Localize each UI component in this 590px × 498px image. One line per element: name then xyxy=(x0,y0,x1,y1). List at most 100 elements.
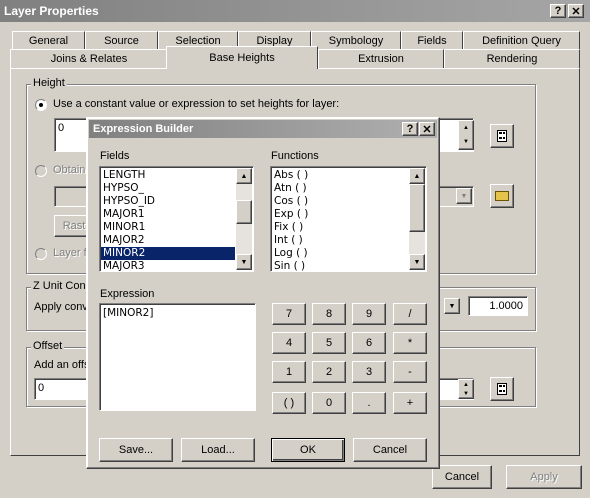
scroll-up-icon[interactable]: ▲ xyxy=(236,168,252,184)
key-0[interactable]: 0 xyxy=(312,392,346,414)
list-item[interactable]: MINOR1 xyxy=(101,221,235,234)
layer-features-radio[interactable] xyxy=(35,248,47,260)
zunit-dropdown-arrow[interactable]: ▼ xyxy=(444,298,460,314)
list-item[interactable]: Abs ( ) xyxy=(272,169,408,182)
key-7[interactable]: 7 xyxy=(272,303,306,325)
fields-label: Fields xyxy=(100,150,130,162)
key-1[interactable]: 1 xyxy=(272,361,306,383)
spin-up-icon[interactable]: ▲ xyxy=(459,380,473,389)
expression-textarea[interactable]: [MINOR2] xyxy=(99,303,256,411)
expression-builder-titlebar[interactable]: Expression Builder xyxy=(89,120,437,138)
scroll-up-icon[interactable]: ▲ xyxy=(409,168,425,184)
apply-button[interactable]: Apply xyxy=(506,465,582,489)
surface-dropdown-arrow[interactable]: ▼ xyxy=(456,188,472,204)
save-button[interactable]: Save... xyxy=(99,438,173,462)
load-label: Load... xyxy=(201,444,235,456)
list-item-selected[interactable]: MINOR2 xyxy=(101,247,235,260)
key-decimal[interactable]: . xyxy=(352,392,386,414)
constant-value-radio[interactable] xyxy=(35,99,47,111)
key-plus[interactable]: + xyxy=(393,392,427,414)
list-item[interactable]: Fix ( ) xyxy=(272,221,408,234)
ok-button[interactable]: OK xyxy=(271,438,345,462)
key-2[interactable]: 2 xyxy=(312,361,346,383)
cancel-label: Cancel xyxy=(372,444,408,456)
tab-label: Source xyxy=(104,35,139,47)
functions-list[interactable]: Abs ( ) Atn ( ) Cos ( ) Exp ( ) Fix ( ) … xyxy=(270,166,427,272)
close-button[interactable]: ✕ xyxy=(568,4,584,18)
tab-general[interactable]: General xyxy=(12,31,85,50)
scroll-thumb[interactable] xyxy=(236,200,252,224)
scroll-down-icon[interactable]: ▼ xyxy=(409,254,425,270)
zunit-group-label: Z Unit Con xyxy=(31,280,88,292)
tab-definition-query[interactable]: Definition Query xyxy=(463,31,580,50)
fields-scrollbar[interactable]: ▲ ▼ xyxy=(236,168,252,270)
key-parentheses[interactable]: ( ) xyxy=(272,392,306,414)
tab-extrusion[interactable]: Extrusion xyxy=(318,49,444,68)
main-titlebar[interactable]: Layer Properties xyxy=(0,0,590,22)
zunit-factor-field[interactable]: 1.0000 xyxy=(468,296,528,316)
list-item[interactable]: HYPSO_ID xyxy=(101,195,235,208)
list-item[interactable]: Log ( ) xyxy=(272,247,408,260)
list-item[interactable]: MAJOR2 xyxy=(101,234,235,247)
key-label: 2 xyxy=(325,366,333,378)
functions-label: Functions xyxy=(271,150,319,162)
tab-rendering[interactable]: Rendering xyxy=(444,49,580,68)
tab-source[interactable]: Source xyxy=(85,31,158,50)
list-item[interactable]: Int ( ) xyxy=(272,234,408,247)
list-item[interactable]: MAJOR3 xyxy=(101,260,235,271)
help-button[interactable]: ? xyxy=(550,4,566,18)
scroll-down-icon[interactable]: ▼ xyxy=(236,254,252,270)
fields-list[interactable]: LENGTH HYPSO_ HYPSO_ID MAJOR1 MINOR1 MAJ… xyxy=(99,166,254,272)
cancel-button[interactable]: Cancel xyxy=(432,465,492,489)
key-label: + xyxy=(406,397,414,409)
key-label: . xyxy=(367,397,371,409)
save-label: Save... xyxy=(118,444,154,456)
height-expression-value: 0 xyxy=(58,122,65,134)
spin-down-icon[interactable]: ▼ xyxy=(459,389,473,398)
tab-fields[interactable]: Fields xyxy=(401,31,463,50)
folder-icon xyxy=(495,191,509,201)
spin-up-icon[interactable]: ▲ xyxy=(459,121,473,135)
key-6[interactable]: 6 xyxy=(352,332,386,354)
key-multiply[interactable]: * xyxy=(393,332,427,354)
expression-builder-title: Expression Builder xyxy=(93,123,194,135)
list-item[interactable]: Atn ( ) xyxy=(272,182,408,195)
list-item[interactable]: HYPSO_ xyxy=(101,182,235,195)
tab-joins-relates[interactable]: Joins & Relates xyxy=(10,49,168,68)
expr-cancel-button[interactable]: Cancel xyxy=(353,438,427,462)
expr-close-button[interactable]: ✕ xyxy=(419,122,435,136)
key-divide[interactable]: / xyxy=(393,303,427,325)
list-item[interactable]: LENGTH xyxy=(101,169,235,182)
functions-scrollbar[interactable]: ▲ ▼ xyxy=(409,168,425,270)
key-3[interactable]: 3 xyxy=(352,361,386,383)
list-item[interactable]: Sin ( ) xyxy=(272,260,408,271)
expression-text: [MINOR2] xyxy=(103,307,154,319)
spin-down-icon[interactable]: ▼ xyxy=(459,135,473,149)
offset-spinner[interactable]: ▲ ▼ xyxy=(458,379,474,399)
key-minus[interactable]: - xyxy=(393,361,427,383)
tab-base-heights[interactable]: Base Heights xyxy=(166,46,318,69)
obtain-radio[interactable] xyxy=(35,165,47,177)
key-9[interactable]: 9 xyxy=(352,303,386,325)
tab-label: Rendering xyxy=(486,53,538,65)
key-label: / xyxy=(408,308,412,320)
key-8[interactable]: 8 xyxy=(312,303,346,325)
help-icon: ? xyxy=(406,123,414,135)
expr-help-button[interactable]: ? xyxy=(402,122,418,136)
list-item[interactable]: MAJOR1 xyxy=(101,208,235,221)
tab-label: Joins & Relates xyxy=(50,53,128,65)
offset-calculator-button[interactable] xyxy=(490,377,514,401)
height-scroll[interactable]: ▲ ▼ xyxy=(458,120,474,150)
key-label: 3 xyxy=(365,366,373,378)
key-label: 1 xyxy=(285,366,293,378)
height-calculator-button[interactable] xyxy=(490,124,514,148)
list-item[interactable]: Exp ( ) xyxy=(272,208,408,221)
key-5[interactable]: 5 xyxy=(312,332,346,354)
key-label: 4 xyxy=(285,337,293,349)
open-folder-button[interactable] xyxy=(490,184,514,208)
tab-symbology[interactable]: Symbology xyxy=(311,31,401,50)
key-4[interactable]: 4 xyxy=(272,332,306,354)
list-item[interactable]: Cos ( ) xyxy=(272,195,408,208)
scroll-thumb[interactable] xyxy=(409,184,425,232)
load-button[interactable]: Load... xyxy=(181,438,255,462)
